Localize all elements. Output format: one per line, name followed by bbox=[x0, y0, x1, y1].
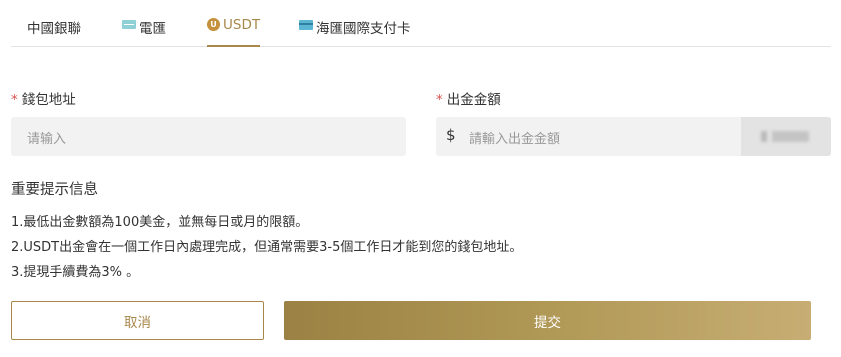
amount-placeholder: 請輸入出金金額 bbox=[469, 132, 561, 147]
tab-usdt[interactable]: U USDT bbox=[207, 17, 261, 47]
tab-label: 中國銀聯 bbox=[27, 21, 81, 37]
tab-wire-transfer[interactable]: 電匯 bbox=[122, 17, 166, 46]
converted-amount-display bbox=[741, 117, 831, 156]
submit-button[interactable]: 提交 bbox=[284, 301, 811, 340]
blurred-value bbox=[761, 131, 809, 142]
tab-label: 海匯國際支付卡 bbox=[316, 21, 411, 37]
required-mark: * bbox=[11, 92, 18, 108]
wallet-address-input[interactable]: 请输入 bbox=[11, 117, 406, 156]
required-mark: * bbox=[436, 92, 443, 108]
dollar-sign: $ bbox=[446, 126, 456, 144]
usdt-icon: U bbox=[207, 18, 220, 31]
wire-transfer-icon bbox=[122, 20, 136, 29]
wallet-address-label: * 錢包地址 bbox=[11, 88, 76, 108]
payment-method-tabs: 中國銀聯 電匯 U USDT 海匯國際支付卡 bbox=[11, 0, 831, 47]
withdraw-amount-input[interactable]: $ 請輸入出金金額 bbox=[436, 117, 831, 156]
tab-label: 電匯 bbox=[139, 21, 166, 37]
notice-line-2: 2.USDT出金會在一個工作日內處理完成，但通常需要3-5個工作日才能到您的錢包… bbox=[11, 240, 523, 255]
withdraw-amount-label: * 出金金額 bbox=[436, 88, 501, 108]
notice-title: 重要提示信息 bbox=[11, 182, 98, 198]
card-icon bbox=[299, 20, 313, 30]
notice-line-3: 3.提現手續費為3% 。 bbox=[11, 265, 140, 280]
amount-label-text: 出金金額 bbox=[446, 92, 501, 108]
notice-line-1: 1.最低出金數額為100美金，並無每日或月的限額。 bbox=[11, 215, 309, 230]
wallet-label-text: 錢包地址 bbox=[21, 92, 76, 108]
tab-international-card[interactable]: 海匯國際支付卡 bbox=[299, 17, 411, 46]
cancel-button[interactable]: 取消 bbox=[11, 301, 264, 340]
unionpay-icon bbox=[11, 20, 24, 29]
tab-unionpay[interactable]: 中國銀聯 bbox=[11, 17, 81, 46]
wallet-placeholder: 请输入 bbox=[27, 132, 67, 147]
tab-label: USDT bbox=[223, 17, 261, 33]
